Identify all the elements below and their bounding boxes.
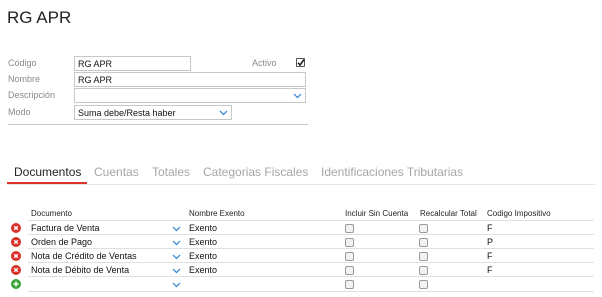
recalcular-total-checkbox[interactable]	[419, 266, 428, 275]
page-title: RG APR	[7, 8, 72, 27]
table-row: Factura de Venta Exento F	[0, 221, 602, 235]
recalcular-total-checkbox[interactable]	[419, 238, 428, 247]
nombre-label: Nombre	[8, 74, 41, 84]
incluir-sin-cuenta-checkbox[interactable]	[345, 252, 354, 261]
column-header-recalcular-total[interactable]: Recalcular Total	[420, 209, 477, 218]
nombre-exento-cell[interactable]: Exento	[189, 264, 217, 276]
nombre-field[interactable]: RG APR	[74, 72, 306, 87]
tab-identificaciones-tributarias[interactable]: Identificaciones Tributarias	[321, 164, 463, 184]
documento-cell[interactable]: Orden de Pago	[31, 236, 92, 248]
codigo-field[interactable]: RG APR	[74, 56, 191, 71]
incluir-sin-cuenta-checkbox[interactable]	[345, 266, 354, 275]
form-divider	[8, 124, 308, 125]
modo-select[interactable]: Suma debe/Resta haber	[74, 105, 232, 120]
delete-icon[interactable]	[11, 251, 21, 261]
table-row: Orden de Pago Exento P	[0, 235, 602, 249]
checkmark-icon	[297, 59, 305, 67]
column-header-incluir-sin-cuenta[interactable]: Incluir Sin Cuenta	[345, 209, 408, 218]
codigo-impositivo-cell[interactable]: F	[487, 264, 493, 276]
nombre-exento-cell[interactable]: Exento	[189, 222, 217, 234]
codigo-label: Código	[8, 58, 37, 68]
codigo-impositivo-cell[interactable]: P	[487, 236, 493, 248]
tab-categorias-fiscales[interactable]: Categorias Fiscales	[203, 164, 308, 184]
table-row: Nota de Crédito de Ventas Exento F	[0, 249, 602, 263]
recalcular-total-checkbox[interactable]	[419, 252, 428, 261]
documento-cell[interactable]: Nota de Débito de Venta	[31, 264, 129, 276]
chevron-down-icon[interactable]	[219, 108, 228, 117]
documento-cell[interactable]: Nota de Crédito de Ventas	[31, 250, 137, 262]
tab-documentos[interactable]: Documentos	[14, 164, 81, 184]
delete-icon[interactable]	[11, 265, 21, 275]
tab-bar: Documentos Cuentas Totales Categorias Fi…	[7, 164, 597, 186]
modo-label: Modo	[8, 107, 31, 117]
column-header-nombre-exento[interactable]: Nombre Exento	[189, 209, 245, 218]
delete-icon[interactable]	[11, 223, 21, 233]
recalcular-total-checkbox[interactable]	[419, 280, 428, 289]
documento-cell[interactable]: Factura de Venta	[31, 222, 100, 234]
column-header-documento[interactable]: Documento	[31, 209, 72, 218]
chevron-down-icon[interactable]	[293, 91, 302, 100]
chevron-down-icon[interactable]	[172, 238, 181, 247]
new-row	[0, 277, 602, 291]
tabs-divider	[7, 184, 595, 185]
active-tab-indicator	[7, 182, 87, 184]
descripcion-select[interactable]	[74, 88, 306, 103]
codigo-impositivo-cell[interactable]: F	[487, 250, 493, 262]
modo-value: Suma debe/Resta haber	[78, 108, 176, 118]
activo-label: Activo	[252, 58, 277, 68]
chevron-down-icon[interactable]	[172, 266, 181, 275]
incluir-sin-cuenta-checkbox[interactable]	[345, 224, 354, 233]
add-icon[interactable]	[11, 279, 21, 289]
nombre-exento-cell[interactable]: Exento	[189, 236, 217, 248]
codigo-impositivo-cell[interactable]: F	[487, 222, 493, 234]
nombre-exento-cell[interactable]: Exento	[189, 250, 217, 262]
chevron-down-icon[interactable]	[172, 252, 181, 261]
tab-cuentas[interactable]: Cuentas	[94, 164, 139, 184]
row-divider	[28, 291, 594, 292]
activo-checkbox[interactable]	[296, 58, 305, 67]
table-row: Nota de Débito de Venta Exento F	[0, 263, 602, 277]
delete-icon[interactable]	[11, 237, 21, 247]
descripcion-label: Descripción	[8, 90, 56, 100]
chevron-down-icon[interactable]	[172, 280, 181, 289]
column-header-codigo-impositivo[interactable]: Codigo Impositivo	[487, 209, 551, 218]
incluir-sin-cuenta-checkbox[interactable]	[345, 280, 354, 289]
recalcular-total-checkbox[interactable]	[419, 224, 428, 233]
tab-totales[interactable]: Totales	[152, 164, 190, 184]
incluir-sin-cuenta-checkbox[interactable]	[345, 238, 354, 247]
chevron-down-icon[interactable]	[172, 224, 181, 233]
